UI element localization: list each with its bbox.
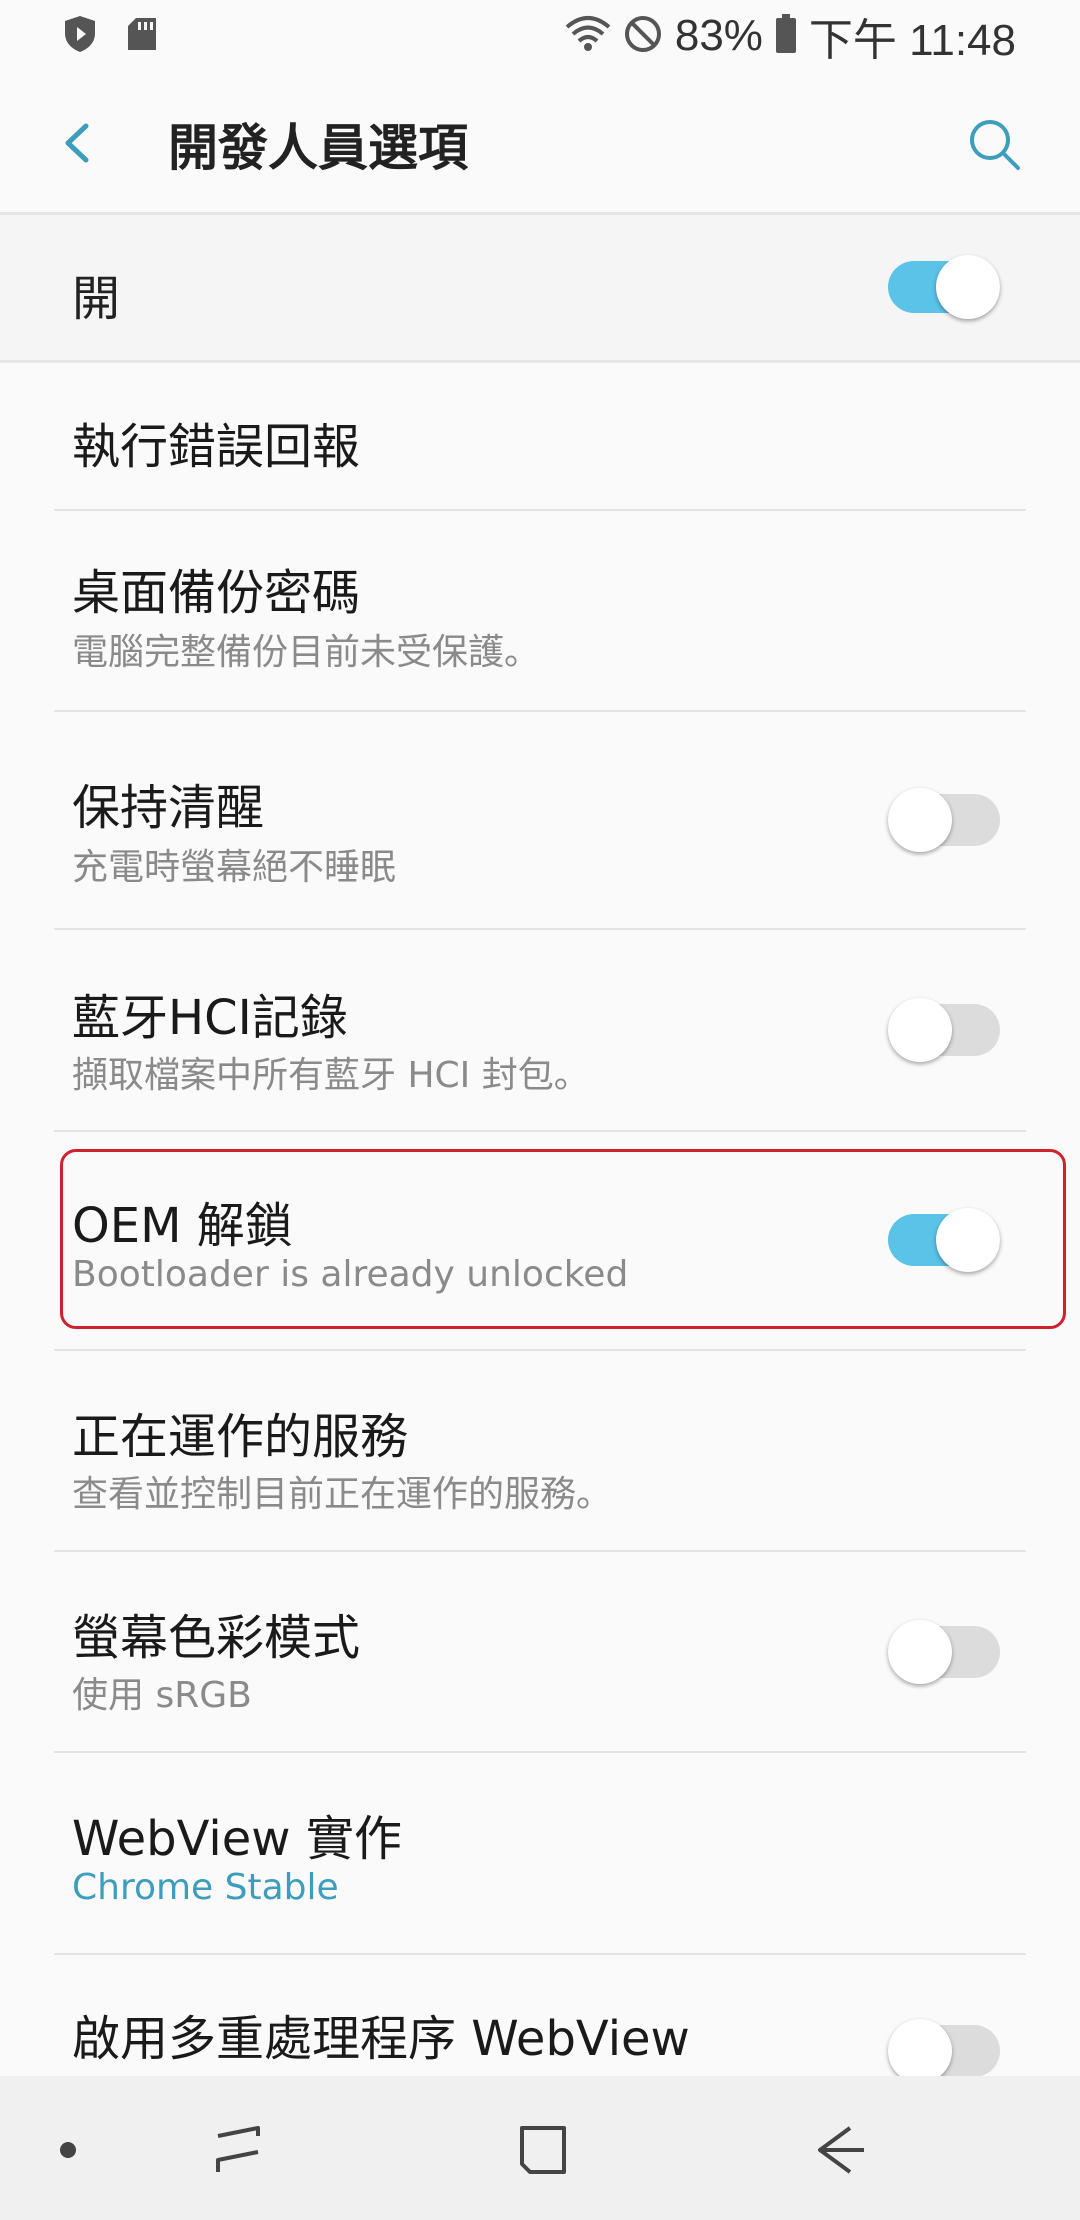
toggle-knob (888, 1620, 952, 1684)
status-bar: 83% 下午 11:48 (0, 0, 1080, 72)
item-title: 藍牙HCI記錄 (72, 990, 348, 1046)
dot-button[interactable] (28, 2112, 108, 2192)
search-icon (960, 120, 1030, 184)
item-title: WebView 實作 (72, 1811, 402, 1867)
item-subtitle: 擷取檔案中所有藍牙 HCI 封包。 (72, 1055, 590, 1096)
master-switch-row[interactable]: 開 (0, 215, 1080, 360)
item-title: 桌面備份密碼 (72, 565, 361, 621)
toggle-knob (936, 255, 1000, 319)
sd-card-icon (126, 16, 158, 56)
list-item-stay-awake[interactable]: 保持清醒 充電時螢幕絕不睡眠 (0, 712, 1080, 928)
home-icon (512, 2120, 572, 2184)
divider (54, 1130, 1026, 1132)
toggle-knob (888, 2019, 952, 2076)
master-toggle[interactable] (888, 255, 1000, 319)
list-item-running-services[interactable]: 正在運作的服務 查看並控制目前正在運作的服務。 (0, 1351, 1080, 1551)
item-subtitle: 充電時螢幕絕不睡眠 (72, 847, 397, 888)
list-item-bluetooth-hci-log[interactable]: 藍牙HCI記錄 擷取檔案中所有藍牙 HCI 封包。 (0, 930, 1080, 1130)
item-title: 啟用多重處理程序 WebView (72, 2011, 690, 2067)
color-mode-toggle[interactable] (888, 1620, 1000, 1684)
battery-icon (775, 14, 797, 58)
recent-apps-icon (208, 2120, 268, 2184)
search-button[interactable] (960, 110, 1030, 180)
list-item-bug-report[interactable]: 執行錯誤回報 (0, 363, 1080, 509)
do-not-disturb-icon (623, 14, 663, 58)
item-title: 螢幕色彩模式 (72, 1610, 361, 1666)
list-item-desktop-backup-password[interactable]: 桌面備份密碼 電腦完整備份目前未受保護。 (0, 511, 1080, 711)
shield-icon (62, 14, 98, 58)
chevron-left-icon (48, 123, 118, 182)
recent-apps-button[interactable] (198, 2112, 278, 2192)
battery-percent: 83% (674, 11, 763, 60)
multiprocess-webview-toggle[interactable] (888, 2019, 1000, 2076)
app-bar: 開發人員選項 (0, 72, 1080, 212)
back-button[interactable] (48, 108, 118, 178)
bluetooth-hci-toggle[interactable] (888, 998, 1000, 1062)
item-subtitle: 電腦完整備份目前未受保護。 (72, 632, 541, 673)
list-item-multiprocess-webview[interactable]: 啟用多重處理程序 WebView (0, 1955, 1080, 2076)
page-title: 開發人員選項 (168, 119, 468, 177)
master-switch-label: 開 (72, 271, 121, 327)
clock: 下午 11:48 (808, 16, 1016, 65)
back-arrow-icon (812, 2120, 872, 2184)
dot-icon (58, 2140, 78, 2164)
stay-awake-toggle[interactable] (888, 788, 1000, 852)
toggle-knob (888, 998, 952, 1062)
item-subtitle: 查看並控制目前正在運作的服務。 (72, 1474, 613, 1515)
home-button[interactable] (502, 2112, 582, 2192)
toggle-knob (888, 788, 952, 852)
back-nav-button[interactable] (802, 2112, 882, 2192)
list-item-webview-implementation[interactable]: WebView 實作 Chrome Stable (0, 1753, 1080, 1953)
item-title: 正在運作的服務 (72, 1409, 409, 1465)
highlight-box (60, 1149, 1066, 1329)
item-title: 執行錯誤回報 (72, 419, 361, 475)
item-subtitle: 使用 sRGB (72, 1675, 252, 1716)
item-subtitle: Chrome Stable (72, 1867, 339, 1908)
wifi-icon (565, 15, 611, 57)
list-item-screen-color-mode[interactable]: 螢幕色彩模式 使用 sRGB (0, 1552, 1080, 1752)
navigation-bar (0, 2076, 1080, 2220)
item-title: 保持清醒 (72, 780, 265, 836)
